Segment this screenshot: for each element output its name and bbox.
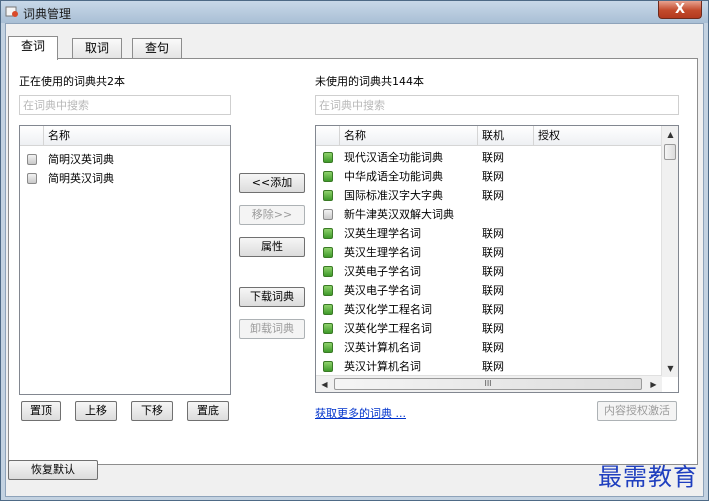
scroll-up-arrow-icon[interactable]: ▲ [662, 126, 678, 143]
dictionary-online-status: 联网 [482, 360, 504, 373]
unused-search-input[interactable] [315, 95, 679, 115]
dictionary-online-status: 联网 [482, 246, 504, 259]
dictionary-online-status: 联网 [482, 151, 504, 164]
dictionary-name: 简明汉英词典 [48, 153, 114, 166]
move-bottom-button[interactable]: 置底 [187, 401, 229, 421]
dictionary-name: 汉英计算机名词 [344, 341, 421, 354]
properties-button[interactable]: 属性 [239, 237, 305, 257]
list-item[interactable]: 简明英汉词典 [20, 169, 230, 188]
add-dictionary-button[interactable]: <<添加 [239, 173, 305, 193]
list-item[interactable]: 汉英计算机名词 联网 [316, 338, 662, 357]
dictionary-name: 汉英生理学名词 [344, 227, 421, 240]
list-item[interactable]: 新牛津英汉双解大词典 [316, 205, 662, 224]
window-title: 词典管理 [23, 7, 72, 21]
dictionary-online-status: 联网 [482, 322, 504, 335]
list-item[interactable]: 汉英化学工程名词 联网 [316, 319, 662, 338]
dictionary-name: 中华成语全功能词典 [344, 170, 443, 183]
scroll-left-arrow-icon[interactable]: ◀ [316, 376, 333, 392]
list-item[interactable]: 英汉生理学名词 联网 [316, 243, 662, 262]
unused-dictionary-list[interactable]: 名称 联机 授权 现代汉语全功能词典 联网 中华成语全功能词典 联网 国际标准汉字大字典… [315, 125, 679, 393]
dictionary-online-status: 联网 [482, 265, 504, 278]
dictionary-manager-window: 词典管理 X 查词 取词 查句 正在使用的词典共2本 名称 简明汉英词典 [0, 0, 709, 501]
used-list-header: 名称 [20, 126, 230, 146]
close-button[interactable]: X [658, 1, 702, 19]
download-dictionary-button[interactable]: 下载词典 [239, 287, 305, 307]
dictionary-online-status: 联网 [482, 284, 504, 297]
dictionary-name: 汉英电子学名词 [344, 265, 421, 278]
used-list-icon-column [20, 126, 44, 146]
dictionary-name: 新牛津英汉双解大词典 [344, 208, 454, 221]
dictionary-name: 现代汉语全功能词典 [344, 151, 443, 164]
dictionary-green-icon [323, 266, 333, 277]
unused-list-online-column[interactable]: 联机 [478, 126, 534, 146]
list-item[interactable]: 英汉电子学名词 联网 [316, 281, 662, 300]
dictionary-gray-icon [27, 173, 37, 184]
dictionary-gray-icon [323, 209, 333, 220]
unused-list-header: 名称 联机 授权 [316, 126, 662, 146]
used-dictionaries-heading: 正在使用的词典共2本 [19, 75, 125, 88]
dictionary-green-icon [323, 342, 333, 353]
list-item[interactable]: 国际标准汉字大字典 联网 [316, 186, 662, 205]
dictionary-name: 英汉电子学名词 [344, 284, 421, 297]
list-item[interactable]: 现代汉语全功能词典 联网 [316, 148, 662, 167]
used-list-name-column[interactable]: 名称 [44, 126, 230, 146]
dictionary-green-icon [323, 361, 333, 372]
dictionary-online-status: 联网 [482, 303, 504, 316]
dictionary-green-icon [323, 247, 333, 258]
scroll-down-arrow-icon[interactable]: ▼ [662, 360, 678, 377]
list-item[interactable]: 英汉计算机名词 联网 [316, 357, 662, 376]
move-top-button[interactable]: 置顶 [21, 401, 61, 421]
dictionary-name: 英汉生理学名词 [344, 246, 421, 259]
unused-list-icon-column [316, 126, 340, 146]
activate-license-button[interactable]: 内容授权激活 [597, 401, 677, 421]
list-item[interactable]: 中华成语全功能词典 联网 [316, 167, 662, 186]
tab-lookup-sentence[interactable]: 查句 [132, 38, 183, 58]
list-item[interactable]: 简明汉英词典 [20, 150, 230, 169]
dictionary-name: 英汉计算机名词 [344, 360, 421, 373]
vertical-scroll-thumb[interactable] [664, 144, 676, 160]
tab-panel-lookup: 正在使用的词典共2本 名称 简明汉英词典 简明英汉词典 置顶 上移 下移 [8, 58, 698, 465]
uninstall-dictionary-button[interactable]: 卸载词典 [239, 319, 305, 339]
dictionary-name: 简明英汉词典 [48, 172, 114, 185]
dictionary-online-status: 联网 [482, 189, 504, 202]
scroll-right-arrow-icon[interactable]: ▶ [645, 376, 662, 392]
tab-capture-word[interactable]: 取词 [72, 38, 123, 58]
unused-dictionaries-heading: 未使用的词典共144本 [315, 75, 424, 88]
unused-list-license-column[interactable]: 授权 [534, 126, 662, 146]
dictionary-name: 汉英化学工程名词 [344, 322, 432, 335]
list-item[interactable]: 汉英生理学名词 联网 [316, 224, 662, 243]
get-more-dictionaries-link[interactable]: 获取更多的词典 ... [315, 405, 406, 421]
title-bar[interactable]: 词典管理 X [1, 1, 708, 23]
dictionary-green-icon [323, 152, 333, 163]
dictionary-green-icon [323, 323, 333, 334]
dictionary-gray-icon [27, 154, 37, 165]
dictionary-name: 国际标准汉字大字典 [344, 189, 443, 202]
list-item[interactable]: 英汉化学工程名词 联网 [316, 300, 662, 319]
app-icon [5, 6, 18, 17]
tab-lookup-word[interactable]: 查词 [8, 36, 59, 60]
move-down-button[interactable]: 下移 [131, 401, 173, 421]
dictionary-green-icon [323, 304, 333, 315]
dictionary-name: 英汉化学工程名词 [344, 303, 432, 316]
unused-list-name-column[interactable]: 名称 [340, 126, 478, 146]
dictionary-online-status: 联网 [482, 170, 504, 183]
unused-list-vertical-scrollbar[interactable]: ▲ ▼ [661, 126, 678, 377]
dictionary-green-icon [323, 190, 333, 201]
dictionary-online-status: 联网 [482, 227, 504, 240]
used-search-input[interactable] [19, 95, 231, 115]
restore-default-button[interactable]: 恢复默认 [8, 460, 98, 480]
list-item[interactable]: 汉英电子学名词 联网 [316, 262, 662, 281]
dictionary-online-status: 联网 [482, 341, 504, 354]
horizontal-scroll-thumb[interactable]: III [334, 378, 642, 390]
watermark-text: 最需教育 [598, 463, 698, 491]
unused-list-horizontal-scrollbar[interactable]: ◀ III ▶ [316, 375, 662, 392]
dictionary-green-icon [323, 285, 333, 296]
used-dictionary-list[interactable]: 名称 简明汉英词典 简明英汉词典 [19, 125, 231, 395]
move-up-button[interactable]: 上移 [75, 401, 117, 421]
remove-dictionary-button[interactable]: 移除>> [239, 205, 305, 225]
dialog-client-area: 查词 取词 查句 正在使用的词典共2本 名称 简明汉英词典 简明英汉词典 [5, 23, 704, 497]
dictionary-green-icon [323, 228, 333, 239]
dictionary-green-icon [323, 171, 333, 182]
